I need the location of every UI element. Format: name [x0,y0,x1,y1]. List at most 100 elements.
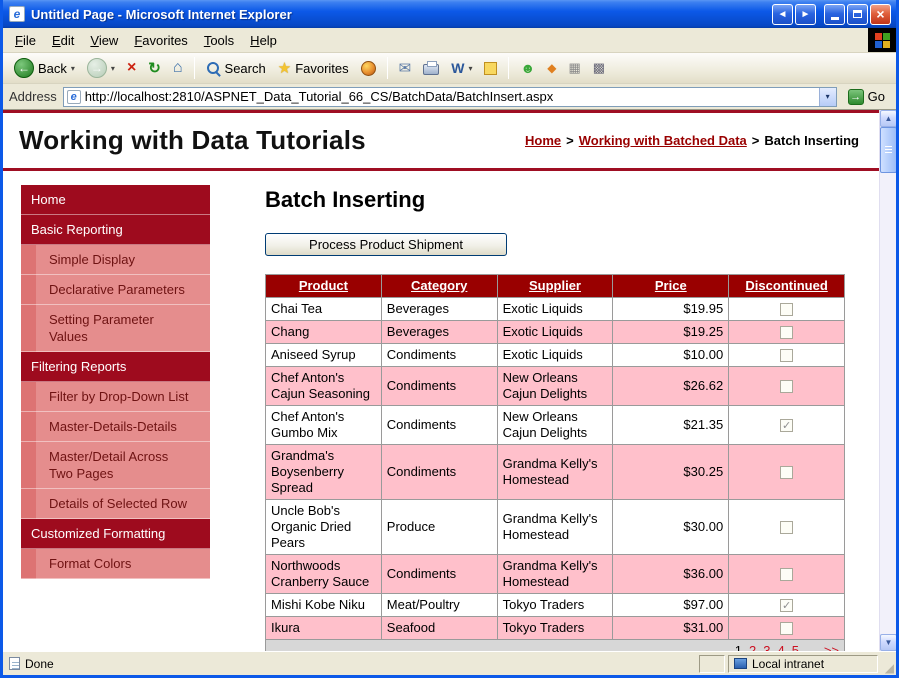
home-button[interactable]: ⌂ [168,57,188,79]
sidebar-item[interactable]: Details of Selected Row [21,489,210,519]
forward-button[interactable]: → ▾ [82,56,120,80]
pager-link[interactable]: 2 [749,643,756,651]
messenger-button[interactable]: ☻ [515,58,540,78]
address-input[interactable] [81,89,819,105]
refresh-button[interactable]: ↻ [143,57,166,79]
discontinued-checkbox[interactable] [780,303,793,316]
go-button[interactable]: → Go [843,88,890,106]
menu-tools[interactable]: Tools [196,30,242,51]
internet-explorer-icon: e [9,6,25,22]
back-button[interactable]: ← Back ▾ [9,56,80,80]
go-arrow-icon: → [848,89,864,105]
browser-window: e Untitled Page - Microsoft Internet Exp… [0,0,899,678]
discontinued-cell: ✓ [729,406,845,445]
sidebar-item[interactable]: Setting Parameter Values [21,305,210,352]
discontinued-checkbox[interactable]: ✓ [780,599,793,612]
column-header[interactable]: Supplier [497,275,613,298]
pager-link[interactable]: 3 [763,643,770,651]
discontinued-cell [729,321,845,344]
pager-link[interactable]: 4 [778,643,785,651]
search-icon [206,61,221,76]
notes-button[interactable]: ◆ [542,59,561,77]
column-header[interactable]: Price [613,275,729,298]
search-button[interactable]: Search [201,59,271,78]
sidebar-item[interactable]: Master-Details-Details [21,412,210,442]
security-zone-section: Local intranet [728,655,878,673]
toolbar-separator [387,57,388,79]
discontinued-checkbox[interactable] [780,622,793,635]
resize-grip[interactable]: ◢ [878,654,894,674]
pager-link[interactable]: >> [824,643,839,651]
page-body: HomeBasic ReportingSimple DisplayDeclara… [3,171,879,651]
supplier-cell: Tokyo Traders [497,617,613,640]
supplier-cell: New Orleans Cajun Delights [497,406,613,445]
address-dropdown-button[interactable]: ▾ [819,88,836,106]
sidebar-item[interactable]: Master/Detail Across Two Pages [21,442,210,489]
pager-link[interactable]: ... [806,643,817,651]
sidebar-item[interactable]: Home [21,185,210,215]
tiles-button[interactable]: ▩ [588,58,610,78]
breadcrumb-item: Batch Inserting [764,133,859,148]
pager-link[interactable]: 5 [792,643,799,651]
breadcrumb-separator: > [566,133,574,148]
menu-file[interactable]: File [7,30,44,51]
status-text: Done [25,657,54,671]
close-button[interactable]: × [870,4,891,25]
discontinued-checkbox[interactable] [780,521,793,534]
stop-button[interactable]: × [122,58,141,78]
column-header[interactable]: Product [266,275,382,298]
column-header[interactable]: Discontinued [729,275,845,298]
category-cell: Seafood [381,617,497,640]
edit-dropdown-icon[interactable]: ▾ [468,64,472,73]
menu-edit[interactable]: Edit [44,30,82,51]
back-dropdown-icon[interactable]: ▾ [71,64,75,73]
sidebar-item[interactable]: Filter by Drop-Down List [21,382,210,412]
discontinued-checkbox[interactable]: ✓ [780,419,793,432]
menu-favorites[interactable]: Favorites [126,30,195,51]
back-label: Back [38,61,67,76]
scrollbar-thumb[interactable] [880,127,896,173]
breadcrumb-item[interactable]: Home [525,133,561,148]
supplier-cell: Grandma Kelly's Homestead [497,555,613,594]
main-content: Batch Inserting Process Product Shipment… [265,185,847,651]
scroll-up-button[interactable]: ▲ [880,110,896,127]
favorites-button[interactable]: ★ Favorites [273,57,354,79]
menu-help[interactable]: Help [242,30,285,51]
discontinued-checkbox[interactable] [780,326,793,339]
sidebar-item[interactable]: Format Colors [21,549,210,579]
products-grid: ProductCategorySupplierPriceDiscontinued… [265,274,845,651]
notes-icon: ◆ [547,61,556,75]
vertical-scrollbar[interactable]: ▲ ▼ [879,110,896,651]
category-cell: Condiments [381,406,497,445]
menu-view[interactable]: View [82,30,126,51]
discontinued-checkbox[interactable] [780,380,793,393]
print-button[interactable] [418,59,444,77]
sidebar-item[interactable]: Customized Formatting [21,519,210,549]
breadcrumb-item[interactable]: Working with Batched Data [579,133,747,148]
sidebar-item[interactable]: Simple Display [21,245,210,275]
media-button[interactable] [356,59,381,78]
right-arrow-icon: ► [801,9,811,20]
sidebar-item[interactable]: Basic Reporting [21,215,210,245]
discontinued-cell: ✓ [729,594,845,617]
forward-dropdown-icon[interactable]: ▾ [111,64,115,73]
titlebar-extra-right-button[interactable]: ► [795,4,816,25]
discuss-button[interactable] [479,60,502,77]
sidebar-item[interactable]: Filtering Reports [21,352,210,382]
column-header[interactable]: Category [381,275,497,298]
word-icon: W [451,60,464,76]
restore-button[interactable] [847,4,868,25]
titlebar-extra-left-button[interactable]: ◄ [772,4,793,25]
edit-with-word-button[interactable]: W ▾ [446,58,477,78]
print-icon [423,64,439,75]
discontinued-checkbox[interactable] [780,568,793,581]
process-shipment-button[interactable]: Process Product Shipment [265,233,507,256]
mail-button[interactable]: ✉ [394,57,417,79]
minimize-button[interactable] [824,4,845,25]
scroll-down-button[interactable]: ▼ [880,634,896,651]
category-cell: Condiments [381,344,497,367]
discontinued-checkbox[interactable] [780,349,793,362]
research-button[interactable]: ▦ [563,58,585,78]
sidebar-item[interactable]: Declarative Parameters [21,275,210,305]
discontinued-checkbox[interactable] [780,466,793,479]
